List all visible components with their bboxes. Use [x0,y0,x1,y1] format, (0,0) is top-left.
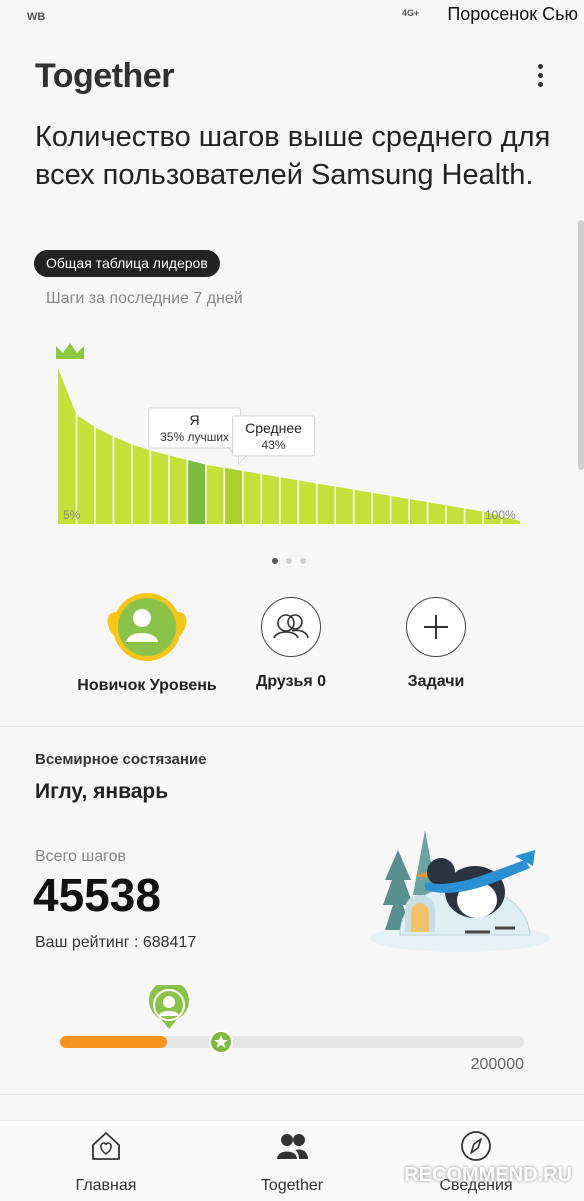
section-divider [0,726,584,727]
rank-text: Ваш рейтинг : 688417 [35,934,197,951]
igloo-penguin-illustration [370,830,550,952]
chart-callout-title: Я [190,412,200,428]
chart-highlight-bar [187,460,206,524]
network-badge: 4G+ [402,8,420,18]
challenges-button[interactable]: Задачи [361,597,511,691]
people-icon [277,1134,308,1159]
total-steps-label: Всего шагов [35,848,127,865]
crown-icon [56,343,84,359]
friends-button[interactable]: Друзья 0 [216,597,366,691]
chart-callout-title: Среднее [245,420,302,436]
my-position-avatar-icon [148,985,189,1029]
compass-icon [461,1131,491,1161]
plus-icon [406,597,466,657]
chart-x-label-end: 100% [485,508,516,522]
page-title: Together [35,57,174,95]
chart-callout-tip [238,455,248,466]
carousel-dot[interactable] [272,558,278,564]
more-vert-icon[interactable] [528,60,552,96]
carousel-dots [272,551,320,564]
carousel-dot[interactable] [286,558,292,564]
friends-icon [261,597,321,657]
average-star-icon [209,1030,234,1054]
chart-callout-subtitle: 35% лучших [160,430,229,444]
scrollbar[interactable] [578,220,584,470]
bottom-navigation: Главная Together Сведения RECOMMEND.RU [0,1120,584,1201]
carrier-label: WB [27,11,46,23]
level-avatar-icon [113,593,181,661]
chart-callout-subtitle: 43% [262,438,286,452]
status-bar: WB 4G+ Поросенок Сью [0,0,584,34]
nav-home[interactable]: Главная [26,1129,186,1195]
home-heart-icon [92,1132,120,1160]
level-label: Новичок Уровень [77,677,217,694]
contest-name[interactable]: Иглу, январь [35,780,168,804]
leaderboard-button[interactable]: Общая таблица лидеров [34,250,220,277]
watermark-top: Поросенок Сью [447,4,578,24]
chart-subtitle: Шаги за последние 7 дней [46,290,243,307]
app-header: Together [0,40,584,112]
carousel-dot[interactable] [300,558,306,564]
headline-text: Количество шагов выше среднего для всех … [35,121,551,191]
nav-together-label: Together [260,1177,324,1194]
contest-section-label: Всемирное состязание [35,751,207,768]
chart-highlight-bar [224,467,243,524]
challenges-label: Задачи [407,673,465,690]
level-button[interactable]: Новичок Уровень [72,593,222,695]
bottom-divider [0,1094,584,1095]
contest-goal-label: 200000 [470,1056,524,1073]
friends-label: Друзья 0 [255,673,327,690]
total-steps-value: 45538 [33,869,161,921]
contest-progress-fill [60,1036,167,1048]
chart-x-label-start: 5% [63,508,81,522]
nav-home-label: Главная [75,1177,137,1194]
contest-progress-bar [60,1036,524,1048]
steps-distribution-chart[interactable]: 5% 100% Я 35% лучших Среднее 43% [0,330,584,540]
nav-together[interactable]: Together [212,1129,372,1195]
watermark-bottom: RECOMMEND.RU [404,1164,572,1186]
